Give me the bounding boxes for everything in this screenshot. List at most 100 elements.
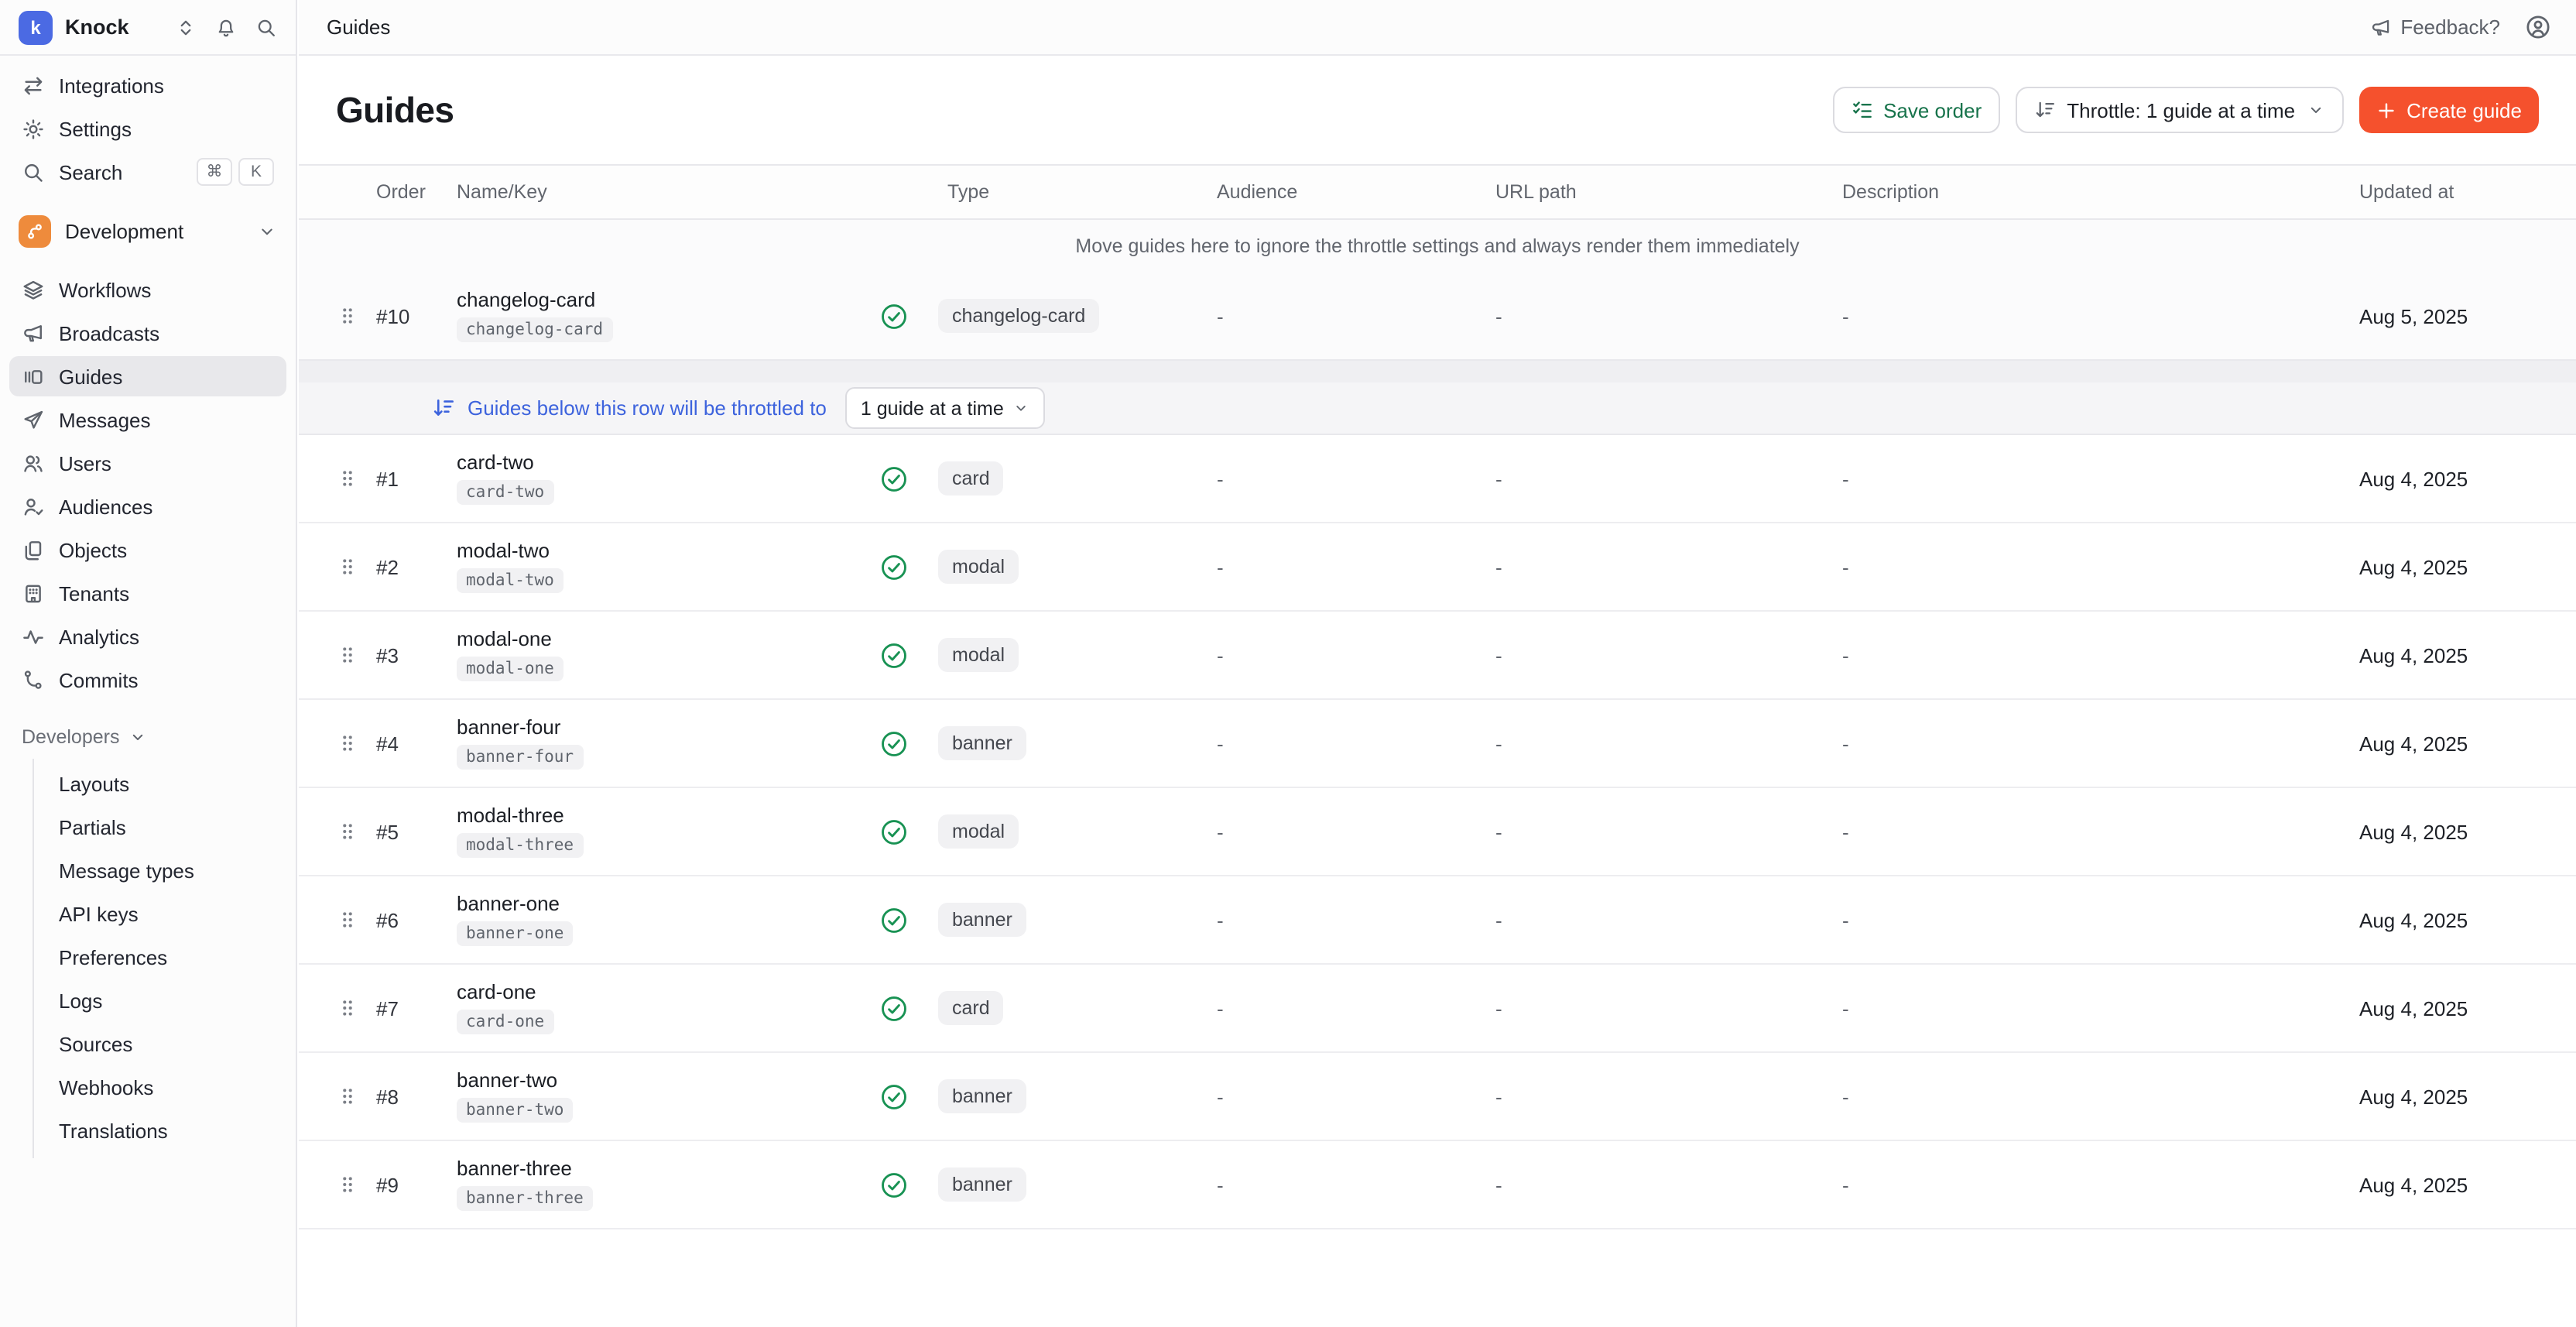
guide-name: changelog-card (457, 290, 858, 310)
sidebar-item-integrations[interactable]: Integrations (9, 65, 286, 105)
drag-handle[interactable] (327, 556, 367, 578)
guide-type-cell: modal (929, 550, 1217, 585)
drag-handle[interactable] (327, 305, 367, 327)
guide-type-cell: banner (929, 1079, 1217, 1114)
table-row[interactable]: #9 banner-three banner-three banner - - … (299, 1141, 2576, 1229)
guide-description: - (1842, 643, 2353, 667)
feedback-button[interactable]: Feedback? (2369, 15, 2500, 39)
sidebar-item-label: Logs (59, 989, 102, 1012)
developers-section-toggle[interactable]: Developers (9, 718, 286, 756)
sidebar: k Knock Integrations Settings (0, 0, 297, 1327)
notifications-button[interactable] (212, 13, 240, 41)
table-row[interactable]: #7 card-one card-one card - - - Aug 4, 2… (299, 965, 2576, 1053)
sidebar-item-label: Objects (59, 538, 127, 561)
guide-updated-at: Aug 4, 2025 (2353, 996, 2576, 1020)
search-button[interactable] (252, 13, 280, 41)
table-row[interactable]: #2 modal-two modal-two modal - - - Aug 4… (299, 523, 2576, 612)
sidebar-item-broadcasts[interactable]: Broadcasts (9, 313, 286, 353)
sidebar-item-sources[interactable]: Sources (34, 1022, 286, 1065)
guides-table: Order Name/Key Type Audience URL path De… (299, 164, 2576, 1229)
drag-handle[interactable] (327, 997, 367, 1019)
sidebar-header: k Knock (0, 0, 296, 56)
sidebar-item-messages[interactable]: Messages (9, 399, 286, 440)
table-row[interactable]: #6 banner-one banner-one banner - - - Au… (299, 876, 2576, 965)
sidebar-item-objects[interactable]: Objects (9, 530, 286, 570)
sidebar-item-message-types[interactable]: Message types (34, 849, 286, 892)
workspace-switcher-button[interactable] (172, 13, 200, 41)
table-row[interactable]: #5 modal-three modal-three modal - - - A… (299, 788, 2576, 876)
guide-key-badge: banner-one (457, 921, 573, 947)
sidebar-item-settings[interactable]: Settings (9, 108, 286, 149)
guide-key-badge: banner-three (457, 1186, 593, 1212)
throttle-divider-row: Guides below this row will be throttled … (299, 382, 2576, 435)
guide-url-path: - (1495, 1085, 1842, 1108)
guide-order: #5 (367, 820, 450, 843)
sidebar-top-nav: Integrations Settings Search ⌘ K (0, 56, 296, 192)
sort-descending-icon (2034, 99, 2056, 121)
status-check-circle-icon (879, 993, 908, 1023)
guide-url-path: - (1495, 555, 1842, 578)
guide-key-badge: banner-four (457, 745, 583, 770)
main-content: Guides Feedback? Guides Save order Throt… (299, 0, 2576, 1327)
users-icon (22, 451, 45, 475)
column-header-description: Description (1842, 181, 2353, 203)
guide-order: #7 (367, 996, 450, 1020)
sidebar-item-workflows[interactable]: Workflows (9, 269, 286, 310)
throttle-setting-button[interactable]: Throttle: 1 guide at a time (2016, 87, 2343, 133)
guide-name-key: changelog-card changelog-card (450, 290, 858, 343)
sidebar-item-guides[interactable]: Guides (9, 356, 286, 396)
sidebar-item-label: Translations (59, 1119, 168, 1142)
table-row[interactable]: #1 card-two card-two card - - - Aug 4, 2… (299, 435, 2576, 523)
sidebar-item-search[interactable]: Search ⌘ K (9, 152, 286, 192)
throttled-section: #1 card-two card-two card - - - Aug 4, 2… (299, 435, 2576, 1229)
sidebar-item-label: Message types (59, 859, 194, 882)
drag-handle[interactable] (327, 644, 367, 666)
guide-audience: - (1217, 908, 1495, 931)
guide-order: #4 (367, 732, 450, 755)
drag-handle[interactable] (327, 821, 367, 842)
drag-handle[interactable] (327, 1174, 367, 1195)
sidebar-item-analytics[interactable]: Analytics (9, 616, 286, 657)
guide-description: - (1842, 1173, 2353, 1196)
pulse-icon (22, 625, 45, 648)
sidebar-item-label: Guides (59, 365, 122, 388)
table-row[interactable]: #4 banner-four banner-four banner - - - … (299, 700, 2576, 788)
user-avatar-icon[interactable] (2525, 14, 2551, 40)
sidebar-item-users[interactable]: Users (9, 443, 286, 483)
guide-type-cell: card (929, 991, 1217, 1026)
throttle-amount-select[interactable]: 1 guide at a time (845, 387, 1046, 429)
drag-handle[interactable] (327, 732, 367, 754)
table-row[interactable]: #10 changelog-card changelog-card change… (299, 273, 2576, 359)
guide-type-badge: banner (938, 726, 1026, 761)
sidebar-item-layouts[interactable]: Layouts (34, 762, 286, 805)
page-header: Guides Save order Throttle: 1 guide at a… (299, 56, 2576, 164)
sidebar-item-audiences[interactable]: Audiences (9, 486, 286, 526)
sidebar-item-api-keys[interactable]: API keys (34, 892, 286, 935)
sidebar-item-commits[interactable]: Commits (9, 660, 286, 700)
sidebar-item-logs[interactable]: Logs (34, 979, 286, 1022)
k-keycap: K (238, 158, 274, 186)
sidebar-item-translations[interactable]: Translations (34, 1109, 286, 1152)
guide-audience: - (1217, 643, 1495, 667)
table-row[interactable]: #8 banner-two banner-two banner - - - Au… (299, 1053, 2576, 1141)
sidebar-item-partials[interactable]: Partials (34, 805, 286, 849)
create-guide-button[interactable]: Create guide (2358, 87, 2539, 133)
knock-logo[interactable]: k (19, 10, 53, 44)
sidebar-main-nav: Workflows Broadcasts Guides Messages Use… (0, 260, 296, 700)
unthrottled-hint: Move guides here to ignore the throttle … (299, 220, 2576, 273)
chevron-down-icon (128, 728, 147, 746)
sidebar-item-preferences[interactable]: Preferences (34, 935, 286, 979)
sidebar-item-webhooks[interactable]: Webhooks (34, 1065, 286, 1109)
guide-audience: - (1217, 555, 1495, 578)
table-row[interactable]: #3 modal-one modal-one modal - - - Aug 4… (299, 612, 2576, 700)
save-order-button[interactable]: Save order (1832, 87, 2000, 133)
sidebar-item-tenants[interactable]: Tenants (9, 573, 286, 613)
drag-handle[interactable] (327, 909, 367, 931)
breadcrumb[interactable]: Guides (327, 15, 390, 39)
status-check-circle-icon (879, 1170, 908, 1199)
layers-icon (22, 278, 45, 301)
drag-handle[interactable] (327, 468, 367, 489)
drag-handle[interactable] (327, 1085, 367, 1107)
drag-dots-icon (337, 732, 357, 754)
environment-switcher[interactable]: Development (9, 207, 286, 254)
